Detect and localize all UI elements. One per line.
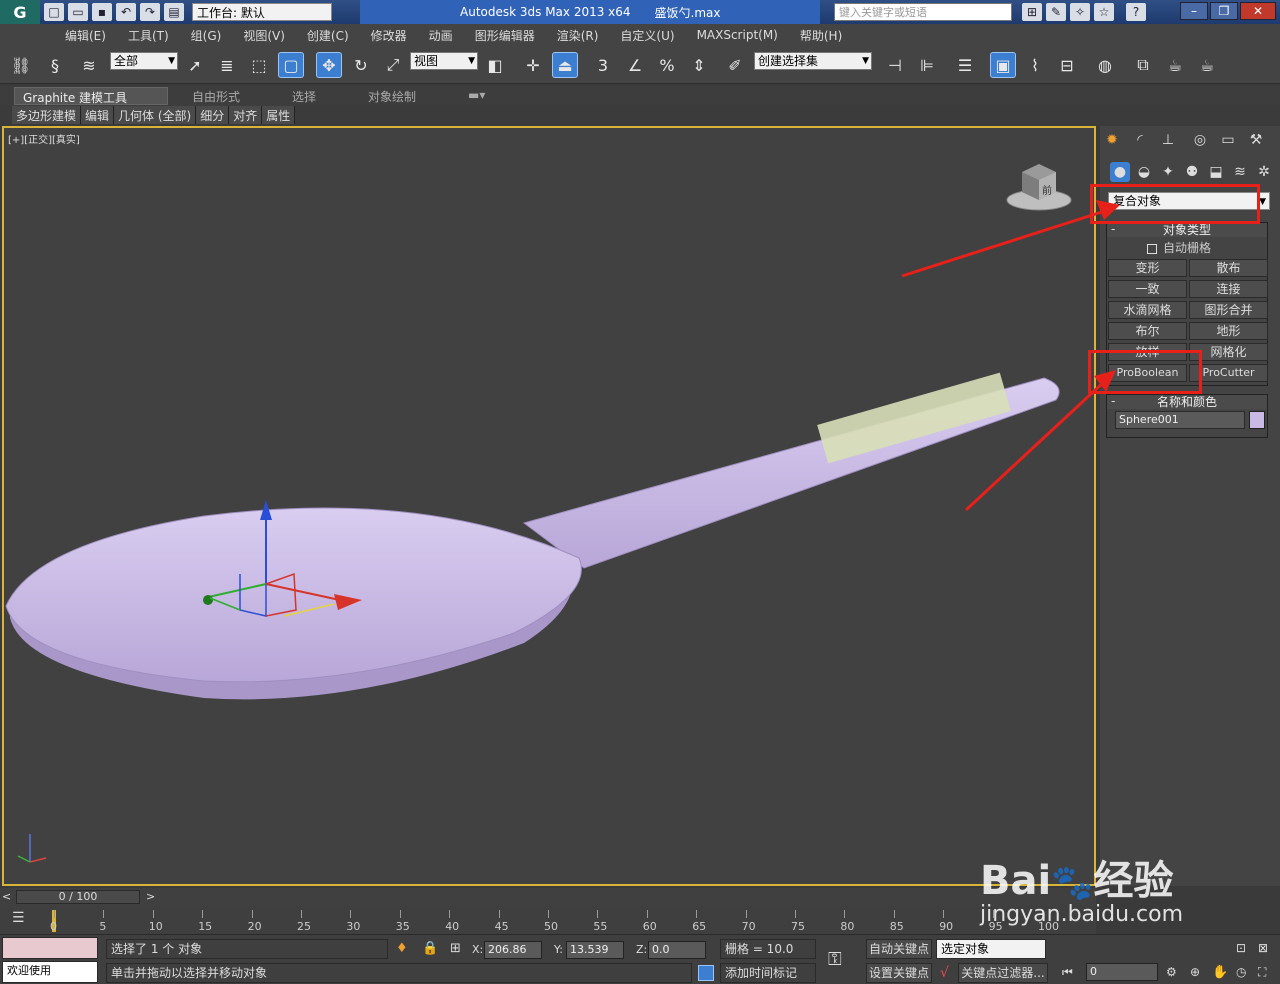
- tick-label: 90: [939, 920, 954, 933]
- track-bar-menu-icon[interactable]: ☰: [12, 910, 25, 926]
- tick-mark: [251, 910, 253, 918]
- key-mode-dropdown[interactable]: 选定对象: [936, 939, 1046, 959]
- zoom-extents-icon[interactable]: ⊡: [1236, 941, 1246, 955]
- prev-frame-icon[interactable]: <: [2, 890, 11, 903]
- tick-mark: [646, 910, 648, 918]
- zoom-extents-all-icon[interactable]: ⊠: [1258, 941, 1268, 955]
- key-filter-icon[interactable]: √: [940, 965, 949, 981]
- time-config-icon[interactable]: ⚙: [1166, 965, 1177, 979]
- tick-mark: [893, 910, 895, 918]
- paw-icon: 🐾: [1051, 863, 1094, 903]
- tick-label: 40: [445, 920, 460, 933]
- maxscript-listener[interactable]: 欢迎使用 MAXSci: [2, 961, 98, 984]
- lock-selection-icon[interactable]: 🔒: [422, 941, 438, 956]
- time-tag-icon[interactable]: [698, 965, 714, 981]
- tick-label: 55: [593, 920, 608, 933]
- x-label: X:: [472, 943, 484, 956]
- tick-mark: [54, 910, 55, 918]
- x-coordinate-field[interactable]: 206.86: [484, 941, 542, 959]
- watermark-suffix: 经验: [1093, 858, 1174, 904]
- key-filters-button[interactable]: 关键点过滤器...: [958, 963, 1048, 983]
- watermark-brand: Bai: [980, 858, 1052, 904]
- z-coordinate-field[interactable]: 0.0: [648, 941, 706, 959]
- next-frame-icon[interactable]: >: [146, 890, 155, 903]
- tick-label: 5: [99, 920, 107, 933]
- tick-label: 30: [346, 920, 361, 933]
- tick-label: 85: [889, 920, 904, 933]
- zoom-icon[interactable]: ⊕: [1190, 965, 1200, 979]
- status-bar: 欢迎使用 MAXSci 选择了 1 个 对象 单击并拖动以选择并移动对象 ♦ 🔒…: [0, 934, 1280, 984]
- current-frame-field[interactable]: 0: [1086, 963, 1158, 981]
- tick-mark: [350, 910, 352, 918]
- tick-label: 50: [544, 920, 558, 933]
- go-to-start-icon[interactable]: ⏮: [1062, 965, 1073, 980]
- tick-label: 35: [395, 920, 410, 933]
- add-time-tag-button[interactable]: 添加时间标记: [720, 963, 816, 983]
- tick-label: 80: [840, 920, 855, 933]
- tick-label: 70: [741, 920, 756, 933]
- watermark-url: jingyan.baidu.com: [980, 902, 1184, 927]
- key-icon[interactable]: ⚿: [828, 949, 842, 970]
- y-coordinate-field[interactable]: 13.539: [566, 941, 624, 959]
- tick-label: 45: [494, 920, 509, 933]
- tick-label: 65: [692, 920, 707, 933]
- tick-mark: [745, 910, 747, 918]
- absolute-mode-icon[interactable]: ⊞: [450, 941, 461, 956]
- tick-mark: [943, 910, 945, 918]
- tick-label: 75: [791, 920, 805, 933]
- tick-mark: [498, 910, 500, 918]
- set-key-button[interactable]: 设置关键点: [866, 963, 932, 983]
- tick-mark: [548, 910, 549, 918]
- orbit-icon[interactable]: ◷: [1236, 965, 1246, 979]
- tick-mark: [597, 910, 599, 918]
- tick-label: 25: [297, 920, 311, 933]
- tick-mark: [202, 910, 204, 918]
- tick-label: 0: [50, 920, 57, 933]
- tick-mark: [696, 910, 698, 918]
- tick-mark: [152, 910, 154, 918]
- tick-mark: [795, 910, 796, 918]
- tick-label: 10: [148, 920, 163, 933]
- z-label: Z:: [636, 943, 648, 956]
- y-label: Y:: [554, 943, 563, 956]
- tick-mark: [399, 910, 401, 918]
- isolate-selection-icon[interactable]: ♦: [396, 941, 408, 956]
- macro-recorder-area[interactable]: [2, 937, 98, 959]
- selection-info: 选择了 1 个 对象: [106, 939, 388, 959]
- tick-label: 20: [247, 920, 262, 933]
- auto-key-button[interactable]: 自动关键点: [866, 939, 932, 959]
- time-slider[interactable]: < 0 / 100 >: [0, 888, 1096, 906]
- pan-hand-icon[interactable]: ✋: [1212, 965, 1228, 980]
- tick-mark: [449, 910, 451, 918]
- tick-label: 15: [198, 920, 213, 933]
- track-bar[interactable]: ☰ 0 5 10 15 20 25 30 35 40 45 50 55 60 65 70 75 80 85 90 95…: [0, 906, 1096, 934]
- time-slider-thumb[interactable]: 0 / 100: [16, 890, 140, 904]
- grid-spacing: 栅格 = 10.0: [720, 939, 816, 959]
- maximize-viewport-icon[interactable]: ⛶: [1258, 965, 1266, 980]
- annotation-arrows: [901, 200, 1120, 512]
- tick-mark: [301, 910, 302, 918]
- tick-mark: [844, 910, 846, 918]
- tick-mark: [103, 910, 105, 918]
- baidu-watermark: Bai🐾经验 jingyan.baidu.com: [980, 848, 1183, 927]
- prompt-line: 单击并拖动以选择并移动对象: [106, 963, 692, 983]
- tick-label: 60: [642, 920, 657, 933]
